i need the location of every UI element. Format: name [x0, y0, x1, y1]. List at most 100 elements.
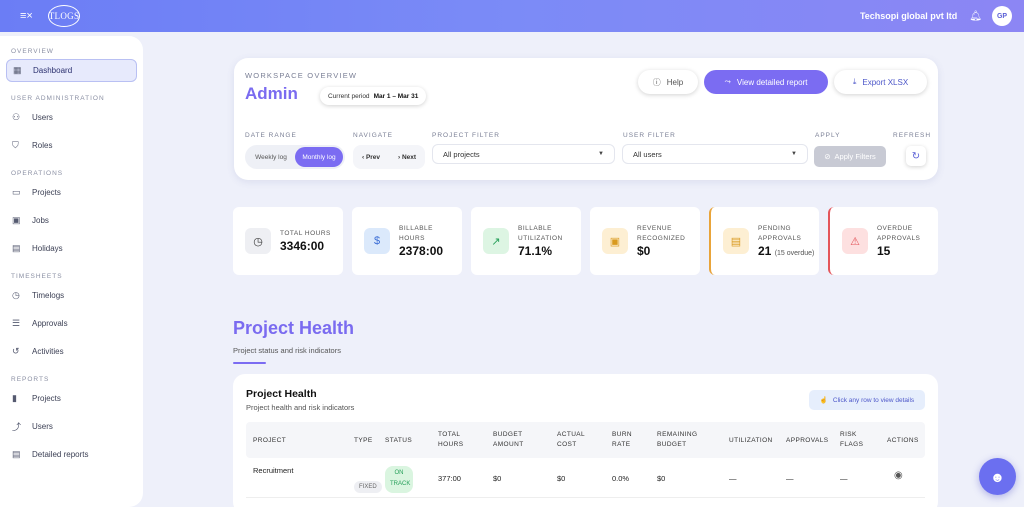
apply-filters-button[interactable]: ⊘ Apply Filters	[814, 146, 886, 167]
stat-total-hours: ◷ TOTAL HOURS 3346:00	[233, 207, 343, 275]
table-header: PROJECT TYPE STATUS TOTAL HOURS BUDGET A…	[246, 422, 925, 458]
grid-icon: ▦	[13, 65, 22, 75]
history-icon: ↺	[12, 346, 20, 356]
eye-icon[interactable]: ◉	[894, 470, 903, 481]
stat-pending-approvals: ▤ PENDING APPROVALS 21 (15 overdue)	[709, 207, 819, 275]
briefcase-icon: ▣	[12, 215, 21, 225]
date-range-label: DATE RANGE	[245, 132, 297, 139]
dollar-icon: $	[364, 228, 390, 254]
refresh-icon: ↻	[911, 150, 921, 162]
section-reports: REPORTS	[11, 376, 50, 383]
table-row[interactable]: Recruitment FIXED ON TRACK 377:00 $0 $0 …	[246, 458, 925, 498]
menu-icon[interactable]: ≡×	[20, 10, 38, 22]
apply-label: APPLY	[815, 132, 841, 139]
sidebar-item-roles[interactable]: ⛉ Roles	[6, 134, 137, 157]
stat-billable-utilization: ↗ BILLABLE UTILIZATION 71.1%	[471, 207, 581, 275]
users-icon: ⚇	[12, 112, 21, 122]
workspace-eyebrow: WORKSPACE OVERVIEW	[245, 71, 358, 80]
chevron-down-icon: ▼	[791, 151, 797, 157]
col-actual-cost: ACTUAL COST	[557, 431, 585, 449]
view-detailed-report-button[interactable]: ⤳ View detailed report	[704, 70, 828, 94]
company-name[interactable]: Techsopi global pvt ltd	[860, 11, 957, 21]
sidebar-item-holidays[interactable]: ▤ Holidays	[6, 237, 137, 260]
col-actions: ACTIONS	[887, 437, 919, 444]
user-filter-label: USER FILTER	[623, 132, 676, 139]
sparkline-icon: ⤳	[724, 77, 731, 86]
refresh-label: REFRESH	[893, 132, 932, 139]
date-range-toggle: Weekly log Monthly log	[245, 145, 345, 169]
col-budget-amount: BUDGET AMOUNT	[493, 431, 524, 449]
sidebar-item-report-users[interactable]: ⤴ Users	[6, 415, 137, 438]
sidebar-item-approvals[interactable]: ☰ Approvals	[6, 312, 137, 335]
check-circle-icon: ⊘	[824, 152, 831, 161]
page-title: Admin	[245, 84, 298, 103]
user-filter-select[interactable]: All users ▼	[622, 144, 808, 164]
project-filter-label: PROJECT FILTER	[432, 132, 500, 139]
trend-icon: ⤴	[12, 422, 22, 432]
section-overview: OVERVIEW	[11, 48, 54, 55]
clock-icon: ◷	[12, 290, 20, 300]
sidebar-item-users[interactable]: ⚇ Users	[6, 106, 137, 129]
section-heading: Project Health	[233, 318, 355, 338]
report-icon: ▤	[12, 449, 21, 459]
chevron-down-icon: ▼	[598, 151, 604, 157]
col-burn-rate: BURN RATE	[612, 431, 633, 449]
section-subheading: Project status and risk indicators	[233, 346, 341, 355]
col-total-hours: TOTAL HOURS	[438, 431, 464, 449]
pointer-icon: ☝	[819, 397, 828, 404]
refresh-button[interactable]: ↻	[906, 146, 926, 166]
assistant-bot-button[interactable]: ☻	[979, 458, 1016, 495]
trend-up-icon: ↗	[483, 228, 509, 254]
help-icon: ⓘ	[652, 77, 661, 87]
monthly-log-tab[interactable]: Monthly log	[295, 147, 343, 167]
stat-revenue-recognized: ▣ REVENUE RECOGNIZED $0	[590, 207, 700, 275]
navigate-label: NAVIGATE	[353, 132, 393, 139]
period-navigator: ‹ Prev › Next	[353, 145, 425, 169]
robot-icon: ☻	[990, 468, 1005, 485]
card-title: Project Health	[246, 388, 317, 400]
cell-actual-cost: $0	[557, 474, 566, 483]
type-badge: FIXED	[354, 481, 382, 494]
heading-underline	[233, 362, 266, 364]
export-xlsx-button[interactable]: ⤓ Export XLSX	[834, 70, 927, 94]
sidebar-item-dashboard[interactable]: ▦ Dashboard	[6, 59, 137, 82]
status-badge: ON TRACK	[385, 466, 413, 493]
cell-remaining: $0	[657, 474, 666, 483]
prev-button[interactable]: ‹ Prev	[362, 154, 380, 161]
download-icon: ⤓	[852, 77, 857, 86]
clipboard-clock-icon: ▤	[723, 228, 749, 254]
stat-billable-hours: $ BILLABLE HOURS 2378:00	[352, 207, 462, 275]
sidebar-item-projects[interactable]: ▭ Projects	[6, 181, 137, 204]
col-utilization: UTILIZATION	[729, 437, 773, 444]
sidebar-item-detailed-reports[interactable]: ▤ Detailed reports	[6, 443, 137, 466]
stat-overdue-approvals: ⚠ OVERDUE APPROVALS 15	[828, 207, 938, 275]
warning-icon: ⚠	[842, 228, 868, 254]
project-health-card: Project Health Project health and risk i…	[233, 374, 938, 507]
col-risk-flags: RISK FLAGS	[840, 431, 864, 449]
checklist-icon: ☰	[12, 318, 21, 328]
clock-icon: ◷	[245, 228, 271, 254]
sidebar-item-timelogs[interactable]: ◷ Timelogs	[6, 284, 137, 307]
sidebar-item-jobs[interactable]: ▣ Jobs	[6, 209, 137, 232]
col-remaining-budget: REMAINING BUDGET	[657, 431, 698, 449]
current-period-badge: Current period Mar 1 – Mar 31	[320, 87, 427, 105]
cell-project: Recruitment	[253, 466, 294, 475]
top-bar: ≡× TLOGS Techsopi global pvt ltd 🔔︎ GP	[0, 0, 1024, 32]
row-hint-badge: ☝ Click any row to view details	[809, 390, 925, 410]
next-button[interactable]: › Next	[398, 154, 416, 161]
project-filter-select[interactable]: All projects ▼	[432, 144, 615, 164]
help-button[interactable]: ⓘ Help	[638, 70, 698, 94]
cell-approvals: —	[786, 474, 794, 483]
avatar[interactable]: GP	[992, 6, 1012, 26]
col-type: TYPE	[354, 437, 373, 444]
folder-icon: ▭	[12, 187, 21, 197]
bell-icon[interactable]: 🔔︎	[969, 11, 982, 22]
sidebar-item-activities[interactable]: ↺ Activities	[6, 340, 137, 363]
col-project: PROJECT	[253, 437, 287, 444]
bar-chart-icon: ▮	[12, 393, 17, 403]
calendar-icon: ▤	[12, 243, 21, 253]
sidebar-item-report-projects[interactable]: ▮ Projects	[6, 387, 137, 410]
logo[interactable]: TLOGS	[48, 5, 80, 27]
weekly-log-tab[interactable]: Weekly log	[247, 147, 295, 167]
shield-icon: ⛉	[12, 140, 19, 150]
